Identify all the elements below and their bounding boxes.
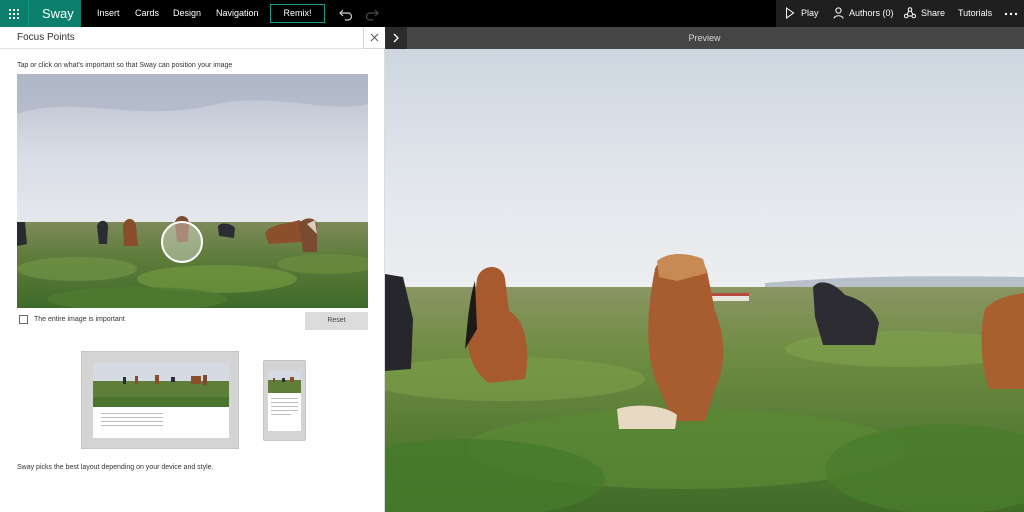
menu-design[interactable]: Design	[173, 0, 201, 27]
preview-title: Preview	[688, 33, 721, 43]
app-brand[interactable]: Sway	[28, 0, 81, 27]
text-line	[101, 417, 163, 418]
phone-screen	[268, 371, 301, 431]
desktop-screen	[93, 363, 229, 438]
panel-header: Focus Points	[0, 27, 385, 49]
tutorials-link[interactable]: Tutorials	[958, 0, 992, 27]
play-icon	[786, 7, 795, 19]
reset-button[interactable]: Reset	[305, 312, 368, 330]
desktop-thumbnail	[93, 363, 229, 407]
play-label: Play	[801, 8, 819, 18]
redo-icon[interactable]	[364, 6, 380, 22]
focus-point-icon[interactable]	[161, 221, 203, 263]
text-line	[271, 414, 291, 415]
desktop-layout-preview	[81, 351, 239, 449]
app-launcher-button[interactable]	[0, 0, 28, 27]
share-button[interactable]: Share	[904, 0, 946, 27]
undo-icon[interactable]	[338, 6, 354, 22]
text-line	[101, 421, 163, 422]
top-bar: Sway Insert Cards Design Navigation Remi…	[0, 0, 1024, 27]
text-line	[271, 398, 298, 399]
play-button[interactable]: Play	[785, 0, 819, 27]
close-panel-button[interactable]	[363, 27, 385, 49]
focus-instruction: Tap or click on what's important so that…	[17, 62, 233, 69]
preview-image[interactable]	[385, 49, 1024, 512]
menu-navigation[interactable]: Navigation	[216, 0, 259, 27]
horses-preview-photo	[385, 49, 1024, 512]
remix-button[interactable]: Remix!	[270, 4, 325, 23]
phone-layout-preview	[263, 360, 306, 441]
text-line	[101, 413, 163, 414]
entire-image-option[interactable]: The entire image is important	[19, 314, 125, 324]
close-icon	[370, 33, 379, 42]
authors-button[interactable]: Authors (0)	[833, 0, 894, 27]
horses-photo	[17, 74, 368, 308]
menu-insert[interactable]: Insert	[97, 0, 120, 27]
person-icon	[833, 7, 844, 19]
entire-image-label: The entire image is important	[34, 315, 125, 323]
waffle-icon	[9, 8, 19, 19]
text-line	[101, 425, 163, 426]
more-icon[interactable]	[1004, 12, 1018, 16]
phone-thumbnail	[268, 371, 301, 393]
entire-image-checkbox[interactable]	[19, 314, 28, 324]
text-line	[271, 406, 298, 407]
share-icon	[904, 7, 916, 19]
layout-footnote: Sway picks the best layout depending on …	[17, 464, 214, 471]
text-line	[271, 410, 298, 411]
share-label: Share	[921, 8, 946, 18]
text-line	[271, 402, 298, 403]
focus-image-canvas[interactable]	[17, 74, 368, 308]
menu-cards[interactable]: Cards	[135, 0, 159, 27]
panel-title: Focus Points	[17, 32, 75, 43]
authors-label: Authors (0)	[849, 8, 894, 18]
focus-points-panel: Focus Points Tap or click on what's impo…	[0, 27, 385, 512]
chevron-right-icon	[393, 33, 399, 43]
expand-panel-button[interactable]	[385, 27, 407, 49]
